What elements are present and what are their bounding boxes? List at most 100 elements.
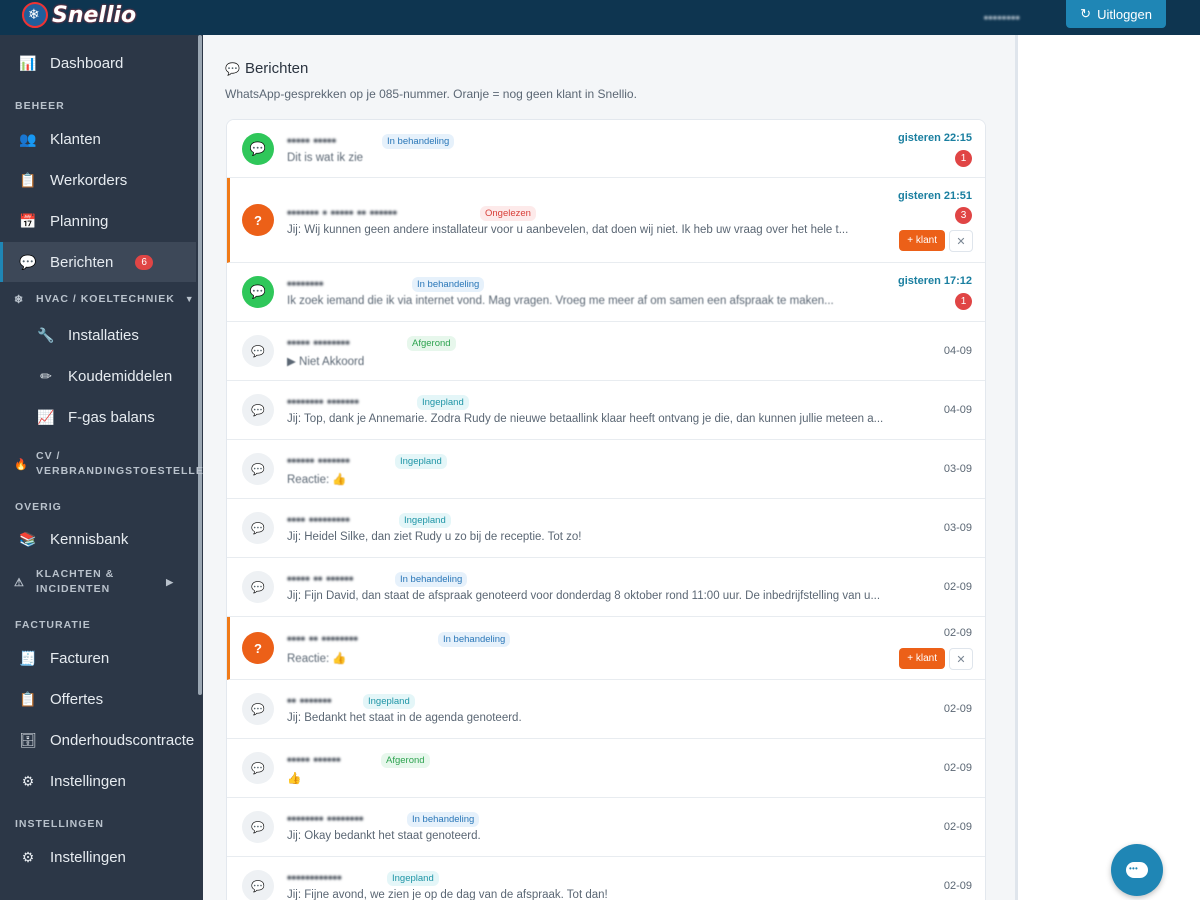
user-name: •••••••• bbox=[983, 10, 1020, 25]
sidebar-item-kennisbank[interactable]: 📚 Kennisbank bbox=[0, 519, 196, 559]
sidebar-item-installaties[interactable]: 🔧 Installaties bbox=[0, 315, 196, 355]
sidebar-scrollbar[interactable] bbox=[198, 35, 202, 695]
conversation-row[interactable]: 💬 •••••••• •••••••• In behandeling Jij: … bbox=[227, 798, 985, 857]
conversation-list: 💬 ••••• ••••• In behandeling Dit is wat … bbox=[226, 119, 986, 900]
books-icon: 📚 bbox=[19, 530, 37, 547]
sidebar-item-label: Instellingen bbox=[50, 772, 126, 790]
contact-name: ••••• ••••• bbox=[287, 133, 337, 148]
group-label: KLACHTEN & INCIDENTEN bbox=[36, 568, 115, 595]
sidebar-item-label: Berichten bbox=[50, 253, 114, 271]
clipboard-icon: 📋 bbox=[19, 690, 37, 707]
snowflake-icon: ❄ bbox=[14, 293, 25, 306]
whatsapp-avatar-icon: 💬 bbox=[242, 276, 274, 308]
sidebar-item-fgas[interactable]: 📈 F-gas balans bbox=[0, 397, 196, 437]
sidebar-item-berichten[interactable]: 💬 Berichten 6 bbox=[0, 242, 196, 282]
group-hvac[interactable]: ❄ HVAC / KOELTECHNIEK ▼ bbox=[0, 292, 196, 306]
sidebar-item-onderhoud[interactable]: 🗄 Onderhoudscontracte bbox=[0, 720, 196, 760]
chevron-down-icon: ▼ bbox=[184, 294, 195, 304]
conversation-row[interactable]: 💬 •••• ••••••••• Ingepland Jij: Heidel S… bbox=[227, 499, 985, 558]
conversation-row[interactable]: 💬 ••••• •••••• Afgerond 👍 02-09 bbox=[227, 739, 985, 798]
status-badge: Ingepland bbox=[399, 513, 451, 528]
top-bar: Snellio •••••••• ↻ Uitloggen bbox=[0, 0, 1200, 35]
unread-count: 1 bbox=[955, 293, 972, 310]
chat-icon bbox=[1126, 862, 1148, 878]
sidebar-item-offertes[interactable]: 📋 Offertes bbox=[0, 679, 196, 719]
chart-icon: 📊 bbox=[19, 54, 37, 71]
sidebar-item-dashboard[interactable]: 📊 Dashboard bbox=[0, 43, 196, 83]
gear-icon: ⚙ bbox=[21, 772, 35, 789]
logo[interactable]: Snellio bbox=[22, 0, 136, 30]
unread-count: 3 bbox=[955, 207, 972, 224]
contact-name: •••••• ••••••• bbox=[287, 453, 350, 468]
sidebar-item-planning[interactable]: 📅 Planning bbox=[0, 201, 196, 241]
group-label: CV / VERBRANDINGSTOESTELLEN bbox=[36, 450, 203, 477]
section-facturatie: FACTURATIE bbox=[15, 619, 91, 631]
brand-name: Snellio bbox=[52, 2, 137, 28]
invoice-icon: 🧾 bbox=[19, 649, 37, 666]
group-klachten[interactable]: ⚠ KLACHTEN & INCIDENTEN ▶ bbox=[0, 568, 196, 596]
contact-name: •••••••• bbox=[287, 276, 324, 291]
status-badge: Ingepland bbox=[387, 871, 439, 886]
section-instellingen: INSTELLINGEN bbox=[15, 818, 105, 830]
logout-button[interactable]: ↻ Uitloggen bbox=[1066, 0, 1166, 28]
sidebar-item-instellingen[interactable]: ⚙ Instellingen bbox=[0, 761, 196, 801]
timestamp: gisteren 17:12 bbox=[898, 275, 972, 287]
dismiss-button[interactable]: ✕ bbox=[949, 230, 973, 252]
clipboard-icon: 📋 bbox=[19, 171, 37, 188]
sidebar-item-koudemiddelen[interactable]: ✏ Koudemiddelen bbox=[0, 356, 196, 396]
dismiss-button[interactable]: ✕ bbox=[949, 648, 973, 670]
main-content: 💬 Berichten WhatsApp-gesprekken op je 08… bbox=[203, 35, 1015, 900]
chat-bubble-icon: 💬 bbox=[242, 512, 274, 544]
conversation-row[interactable]: 💬 ••••• •• •••••• In behandeling Jij: Fi… bbox=[227, 558, 985, 617]
group-cv[interactable]: 🔥 CV / VERBRANDINGSTOESTELLEN bbox=[0, 450, 203, 478]
chat-bubble-icon: 💬 bbox=[242, 335, 274, 367]
sidebar-item-label: F-gas balans bbox=[68, 408, 155, 426]
message-preview: Reactie: 👍 bbox=[287, 474, 347, 486]
conversation-row[interactable]: ? •••• •• •••••••• In behandeling Reacti… bbox=[227, 617, 985, 680]
sidebar-item-label: Koudemiddelen bbox=[68, 367, 173, 385]
sidebar-item-instellingen-2[interactable]: ⚙ Instellingen bbox=[0, 837, 196, 877]
timestamp: 03-09 bbox=[943, 463, 972, 475]
conversation-row[interactable]: 💬 •••••••• ••••••• Ingepland Jij: Top, d… bbox=[227, 381, 985, 440]
timestamp: 02-09 bbox=[943, 627, 972, 639]
chat-button[interactable] bbox=[1111, 844, 1163, 896]
chevron-right-icon: ▶ bbox=[166, 576, 174, 587]
add-klant-button[interactable]: + klant bbox=[899, 230, 945, 251]
status-badge: Afgerond bbox=[381, 753, 430, 768]
contact-name: •••••••••••• bbox=[287, 870, 342, 885]
status-badge: In behandeling bbox=[438, 632, 511, 647]
conversation-row[interactable]: 💬 •••••••• In behandeling Ik zoek iemand… bbox=[227, 263, 985, 322]
archive-icon: 🗄 bbox=[19, 731, 37, 748]
sidebar-item-label: Facturen bbox=[50, 649, 110, 667]
whatsapp-avatar-icon: 💬 bbox=[242, 133, 274, 165]
conversation-row[interactable]: ? ••••••• • ••••• •• •••••• Ongelezen Ji… bbox=[227, 178, 985, 263]
contact-name: •••••••• ••••••• bbox=[287, 394, 359, 409]
chat-bubble-icon: 💬 bbox=[242, 571, 274, 603]
page-title: 💬 Berichten bbox=[225, 60, 308, 77]
add-klant-button[interactable]: + klant bbox=[899, 648, 945, 669]
conversation-row[interactable]: 💬 •••••• ••••••• Ingepland Reactie: 👍 03… bbox=[227, 440, 985, 499]
conversation-row[interactable]: 💬 •••••••••••• Ingepland Jij: Fijne avon… bbox=[227, 857, 985, 900]
calendar-icon: 📅 bbox=[19, 212, 37, 229]
conversation-row[interactable]: 💬 ••••• ••••• In behandeling Dit is wat … bbox=[227, 120, 985, 178]
status-badge: Ingepland bbox=[417, 395, 469, 410]
sidebar-item-label: Planning bbox=[50, 212, 109, 230]
sidebar-item-label: Klanten bbox=[50, 130, 101, 148]
message-preview: Ik zoek iemand die ik via internet vond.… bbox=[287, 295, 834, 307]
sidebar-item-facturen[interactable]: 🧾 Facturen bbox=[0, 638, 196, 678]
sidebar-item-label: Onderhoudscontracte bbox=[50, 731, 195, 749]
contact-name: •••• ••••••••• bbox=[287, 512, 350, 527]
sidebar-item-werkorders[interactable]: 📋 Werkorders bbox=[0, 160, 196, 200]
timestamp: 02-09 bbox=[943, 762, 972, 774]
unknown-contact-icon: ? bbox=[242, 204, 274, 236]
sidebar-item-label: Dashboard bbox=[50, 54, 124, 72]
message-preview: Jij: Fijn David, dan staat de afspraak g… bbox=[287, 590, 881, 602]
status-badge: In behandeling bbox=[395, 572, 468, 587]
message-preview: Jij: Top, dank je Annemarie. Zodra Rudy … bbox=[287, 413, 884, 425]
conversation-row[interactable]: 💬 •• ••••••• Ingepland Jij: Bedankt het … bbox=[227, 680, 985, 739]
conversation-row[interactable]: 💬 ••••• •••••••• Afgerond ▶ Niet Akkoord… bbox=[227, 322, 985, 381]
contact-name: ••••••• • ••••• •• •••••• bbox=[287, 205, 398, 220]
wrench-icon: 🔧 bbox=[37, 326, 55, 343]
sidebar-item-klanten[interactable]: 👥 Klanten bbox=[0, 119, 196, 159]
status-badge: In behandeling bbox=[382, 134, 455, 149]
